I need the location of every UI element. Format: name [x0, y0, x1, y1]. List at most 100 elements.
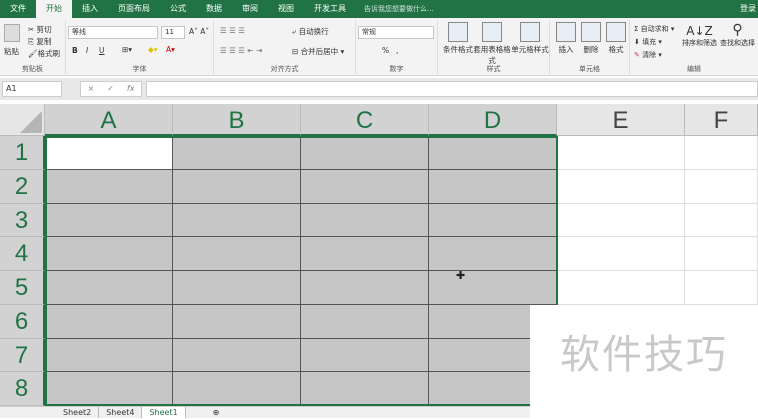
row-header-6[interactable]: 6: [0, 304, 45, 339]
cell-B5[interactable]: [173, 271, 301, 305]
enter-button[interactable]: ✓: [107, 82, 114, 96]
row-header-2[interactable]: 2: [0, 169, 45, 204]
cut-button[interactable]: ✂ 剪切: [28, 24, 52, 35]
column-header-F[interactable]: F: [685, 104, 758, 136]
comma-button[interactable]: ,: [396, 46, 398, 55]
cell-B7[interactable]: [173, 338, 301, 373]
cell-C5[interactable]: [301, 271, 429, 305]
cell-F4[interactable]: [685, 237, 758, 271]
cell-B2[interactable]: [173, 169, 301, 204]
cell-E3[interactable]: [557, 203, 685, 238]
horizontal-align-icons[interactable]: ☰ ☰ ☰ ⇤ ⇥: [220, 46, 262, 55]
cell-A2[interactable]: [45, 169, 173, 204]
cell-D3[interactable]: [429, 203, 557, 238]
cell-B8[interactable]: [173, 372, 301, 406]
name-box[interactable]: A1: [2, 81, 62, 97]
add-sheet-button[interactable]: ⊕: [206, 407, 227, 418]
font-name-select[interactable]: 等线: [68, 26, 158, 39]
cell-C4[interactable]: [301, 237, 429, 271]
cell-C6[interactable]: [301, 304, 429, 339]
cell-D4[interactable]: [429, 237, 557, 271]
login-button[interactable]: 登录: [740, 0, 756, 18]
row-header-5[interactable]: 5: [0, 271, 45, 305]
autosum-button[interactable]: Σ 自动求和 ▾: [634, 24, 674, 34]
tab-review[interactable]: 审阅: [232, 0, 268, 18]
tab-file[interactable]: 文件: [0, 0, 36, 18]
cell-E5[interactable]: [557, 271, 685, 305]
cell-A1[interactable]: [45, 136, 173, 170]
wrap-text-button[interactable]: ⤶ 自动换行: [292, 26, 329, 37]
insert-function-button[interactable]: fx: [127, 82, 135, 96]
cell-E2[interactable]: [557, 169, 685, 204]
column-header-E[interactable]: E: [557, 104, 685, 136]
cell-A3[interactable]: [45, 203, 173, 238]
italic-button[interactable]: I: [86, 46, 88, 55]
cell-A4[interactable]: [45, 237, 173, 271]
cell-E4[interactable]: [557, 237, 685, 271]
cell-F5[interactable]: [685, 271, 758, 305]
cell-C3[interactable]: [301, 203, 429, 238]
column-header-D[interactable]: D: [429, 104, 557, 136]
cell-A6[interactable]: [45, 304, 173, 339]
tab-insert[interactable]: 插入: [72, 0, 108, 18]
tell-me-search[interactable]: 告诉我您想要做什么...: [364, 4, 434, 14]
column-header-C[interactable]: C: [301, 104, 429, 136]
cell-C2[interactable]: [301, 169, 429, 204]
font-color-button[interactable]: A▾: [166, 45, 175, 54]
sheet-tab-sheet4[interactable]: Sheet4: [99, 407, 143, 418]
cell-C1[interactable]: [301, 136, 429, 170]
tab-home[interactable]: 开始: [36, 0, 72, 18]
tab-developer[interactable]: 开发工具: [304, 0, 356, 18]
cell-B6[interactable]: [173, 304, 301, 339]
border-button[interactable]: ⊞▾: [122, 45, 132, 54]
cell-B3[interactable]: [173, 203, 301, 238]
sheet-tab-sheet1[interactable]: Sheet1: [142, 407, 186, 418]
sheet-tab-sheet2[interactable]: Sheet2: [56, 407, 100, 418]
formula-input[interactable]: [146, 81, 758, 97]
row-header-4[interactable]: 4: [0, 237, 45, 271]
cell-A7[interactable]: [45, 338, 173, 373]
tab-data[interactable]: 数据: [196, 0, 232, 18]
cell-A8[interactable]: [45, 372, 173, 406]
sheet-nav[interactable]: [0, 407, 56, 418]
cell-styles-button[interactable]: 单元格样式: [510, 22, 550, 55]
copy-button[interactable]: ⎘ 复制: [28, 36, 51, 47]
cancel-button[interactable]: ×: [88, 82, 95, 96]
cell-F2[interactable]: [685, 169, 758, 204]
tab-page-layout[interactable]: 页面布局: [108, 0, 160, 18]
cell-D2[interactable]: [429, 169, 557, 204]
find-select-button[interactable]: ⚲ 查找和选择: [720, 22, 755, 48]
cell-D1[interactable]: [429, 136, 557, 170]
format-as-table-button[interactable]: 套用表格格式: [472, 22, 512, 66]
cell-F1[interactable]: [685, 136, 758, 170]
cell-E1[interactable]: [557, 136, 685, 170]
number-format-select[interactable]: 常规: [358, 26, 434, 39]
column-header-A[interactable]: A: [45, 104, 173, 136]
fill-color-button[interactable]: ◆▾: [148, 45, 158, 54]
underline-button[interactable]: U: [99, 46, 105, 55]
cell-F3[interactable]: [685, 203, 758, 238]
row-header-8[interactable]: 8: [0, 372, 45, 406]
column-header-B[interactable]: B: [173, 104, 301, 136]
select-all-button[interactable]: [0, 104, 45, 136]
cell-C7[interactable]: [301, 338, 429, 373]
merge-center-button[interactable]: ⊟ 合并后居中 ▾: [292, 46, 344, 57]
format-painter-button[interactable]: 🖌格式刷: [28, 48, 60, 59]
sort-filter-button[interactable]: A↓Z 排序和筛选: [682, 24, 717, 48]
row-header-7[interactable]: 7: [0, 338, 45, 373]
row-header-1[interactable]: 1: [0, 136, 45, 170]
cell-B4[interactable]: [173, 237, 301, 271]
cell-D5[interactable]: [429, 271, 557, 305]
fill-button[interactable]: ⬇ 填充 ▾: [634, 37, 662, 47]
font-grow-decrease-buttons[interactable]: A˄ A˅: [189, 27, 209, 36]
clear-button[interactable]: ✎ 清除 ▾: [634, 50, 662, 60]
percent-button[interactable]: %: [382, 46, 389, 55]
tab-formulas[interactable]: 公式: [160, 0, 196, 18]
cell-A5[interactable]: [45, 271, 173, 305]
vertical-align-icons[interactable]: ☰ ☰ ☰: [220, 26, 245, 35]
tab-view[interactable]: 视图: [268, 0, 304, 18]
font-size-select[interactable]: 11: [161, 26, 185, 39]
row-header-3[interactable]: 3: [0, 203, 45, 238]
cell-C8[interactable]: [301, 372, 429, 406]
cell-B1[interactable]: [173, 136, 301, 170]
